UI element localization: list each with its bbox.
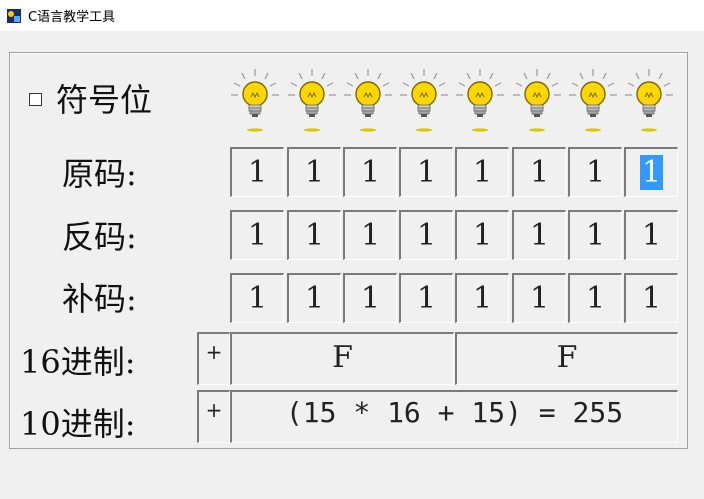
bit-cell[interactable]: 1 bbox=[512, 273, 566, 323]
hex-high-digit: F bbox=[230, 332, 454, 385]
lightbulb-icon bbox=[625, 69, 673, 132]
row-label: 反码: bbox=[62, 218, 137, 256]
lightbulb-icon bbox=[456, 69, 504, 132]
bit-cell[interactable]: 1 bbox=[455, 210, 509, 260]
bit-cell[interactable]: 1 bbox=[568, 147, 622, 197]
bit-cell[interactable]: 1 bbox=[399, 273, 453, 323]
lightbulb-icon bbox=[231, 69, 279, 132]
bit-cell[interactable]: 1 bbox=[399, 210, 453, 260]
lightbulb-icon bbox=[288, 69, 336, 132]
bit-cell[interactable]: 1 bbox=[343, 147, 397, 197]
bit-cell[interactable]: 1 bbox=[287, 273, 341, 323]
hex-low-digit: F bbox=[455, 332, 678, 385]
bit-cell[interactable]: 1 bbox=[287, 210, 341, 260]
bit-cell[interactable]: 1 bbox=[399, 147, 453, 197]
bit-cell[interactable]: 1 bbox=[230, 147, 284, 197]
bit-cell[interactable]: 1 bbox=[568, 273, 622, 323]
title-bar: C语言教学工具 bbox=[0, 0, 704, 31]
bit-cell[interactable]: 1 bbox=[230, 210, 284, 260]
bit-cell[interactable]: 1 bbox=[455, 147, 509, 197]
row-label: 补码: bbox=[62, 280, 137, 318]
dec-sign: + bbox=[197, 390, 230, 443]
row-label: 原码: bbox=[62, 155, 137, 193]
bit-cell[interactable]: 1 bbox=[624, 147, 678, 197]
hex-sign: + bbox=[197, 332, 230, 385]
lightbulb-icon bbox=[569, 69, 617, 132]
bit-cell[interactable]: 1 bbox=[512, 147, 566, 197]
window-title: C语言教学工具 bbox=[28, 10, 116, 25]
bit-cell[interactable]: 1 bbox=[230, 273, 284, 323]
sign-bit-checkbox[interactable] bbox=[29, 93, 42, 106]
bit-cell[interactable]: 1 bbox=[624, 273, 678, 323]
bit-cell[interactable]: 1 bbox=[287, 147, 341, 197]
lightbulb-icon bbox=[513, 69, 561, 132]
bit-cell[interactable]: 1 bbox=[624, 210, 678, 260]
decimal-formula: (15 * 16 + 15) = 255 bbox=[230, 390, 678, 443]
bit-cell[interactable]: 1 bbox=[512, 210, 566, 260]
bit-cell[interactable]: 1 bbox=[568, 210, 622, 260]
sign-bit-label: 符号位 bbox=[56, 81, 153, 119]
bit-cell[interactable]: 1 bbox=[343, 273, 397, 323]
app-icon bbox=[7, 8, 21, 23]
bit-cell[interactable]: 1 bbox=[455, 273, 509, 323]
lightbulb-icon bbox=[344, 69, 392, 132]
hex-label: 16进制: bbox=[20, 343, 136, 381]
dec-label: 10进制: bbox=[20, 405, 136, 443]
bit-cell[interactable]: 1 bbox=[343, 210, 397, 260]
lightbulb-icon bbox=[400, 69, 448, 132]
